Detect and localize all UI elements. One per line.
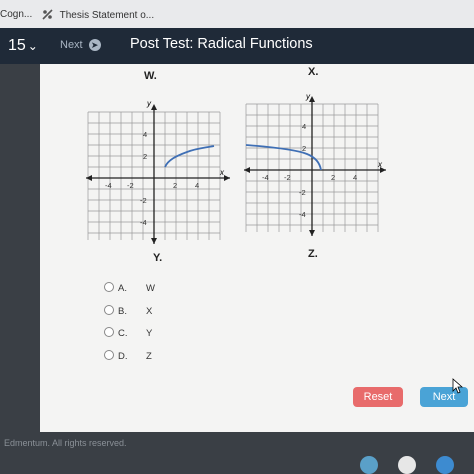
copyright-text: Edmentum. All rights reserved. [4, 438, 127, 448]
graph-right: y x -4 -2 2 4 4 2 -2 -4 [244, 94, 386, 236]
bookmark-thesis[interactable]: Thesis Statement o... [42, 9, 154, 21]
choice-d[interactable]: D. Z [104, 349, 155, 373]
bookmark-cognero[interactable]: Cogn... [0, 9, 32, 20]
y-axis-label: y [146, 100, 152, 108]
radio-button[interactable] [104, 282, 114, 292]
y-tick: 2 [302, 144, 306, 153]
choice-letter: B. [118, 305, 127, 317]
x-tick: -2 [284, 173, 291, 182]
radio-button[interactable] [104, 349, 114, 360]
page-title: Post Test: Radical Functions [130, 36, 313, 52]
graph-label-y: Y. [153, 252, 163, 264]
radio-button[interactable] [104, 304, 114, 315]
bookmarks-bar: Cogn... Thesis Statement o... [0, 0, 474, 28]
taskbar-app-icon[interactable] [360, 456, 378, 474]
choice-letter: C. [118, 328, 128, 339]
x-tick: 2 [173, 181, 177, 190]
graph-label-z: Z. [308, 248, 318, 260]
x-tick: -4 [105, 181, 112, 190]
y-tick: 4 [302, 122, 306, 131]
y-tick: 4 [143, 130, 147, 139]
x-tick: 2 [331, 173, 335, 182]
reset-button[interactable]: Reset [353, 387, 403, 407]
percent-icon [42, 9, 53, 20]
choice-text: Y [146, 328, 153, 339]
bookmark-label: Thesis Statement o... [59, 10, 155, 21]
question-toolbar: 15 ⌄ Next ➤ Post Test: Radical Functions [0, 28, 474, 64]
graph-curve [164, 145, 215, 168]
choice-a[interactable]: A. W [104, 282, 155, 305]
question-panel: W. X. y x -4 -2 2 4 4 2 -2 -4 y x -4 -2 … [40, 64, 474, 432]
bookmark-label: Cogn... [0, 9, 33, 20]
choice-b[interactable]: B. X [104, 304, 155, 328]
choice-letter: D. [118, 350, 128, 362]
question-number: 15 [8, 37, 26, 54]
choice-text: X [146, 305, 153, 317]
x-tick: 4 [195, 181, 199, 190]
footer: Edmentum. All rights reserved. [0, 432, 474, 474]
graph-label-w: W. [144, 70, 157, 82]
y-tick: 2 [143, 152, 147, 161]
radio-button[interactable] [104, 327, 114, 337]
y-tick: -4 [299, 210, 306, 219]
answer-choices: A. W B. X C. Y D. Z [104, 282, 155, 372]
y-tick: -2 [140, 196, 147, 205]
y-tick: -4 [140, 218, 147, 227]
graph-label-x: X. [308, 66, 319, 78]
choice-text: W [146, 283, 155, 294]
arrow-right-icon: ➤ [88, 39, 101, 51]
y-tick: -2 [299, 188, 306, 197]
next-question-link[interactable]: Next ➤ [60, 39, 101, 51]
taskbar-app-icon[interactable] [398, 456, 416, 474]
cursor-icon [452, 378, 464, 394]
choice-text: Z [146, 350, 152, 362]
x-tick: -2 [127, 181, 134, 190]
next-label: Next [60, 39, 83, 51]
question-number-dropdown[interactable]: 15 ⌄ [8, 37, 38, 55]
graph-left: y x -4 -2 2 4 4 2 -2 -4 [86, 100, 230, 244]
choice-c[interactable]: C. Y [104, 327, 155, 350]
choice-letter: A. [118, 283, 127, 294]
chevron-down-icon: ⌄ [27, 39, 38, 53]
x-tick: -4 [262, 173, 269, 182]
x-tick: 4 [353, 173, 357, 182]
x-axis-label: x [377, 160, 383, 169]
taskbar-app-icon[interactable] [436, 456, 454, 474]
